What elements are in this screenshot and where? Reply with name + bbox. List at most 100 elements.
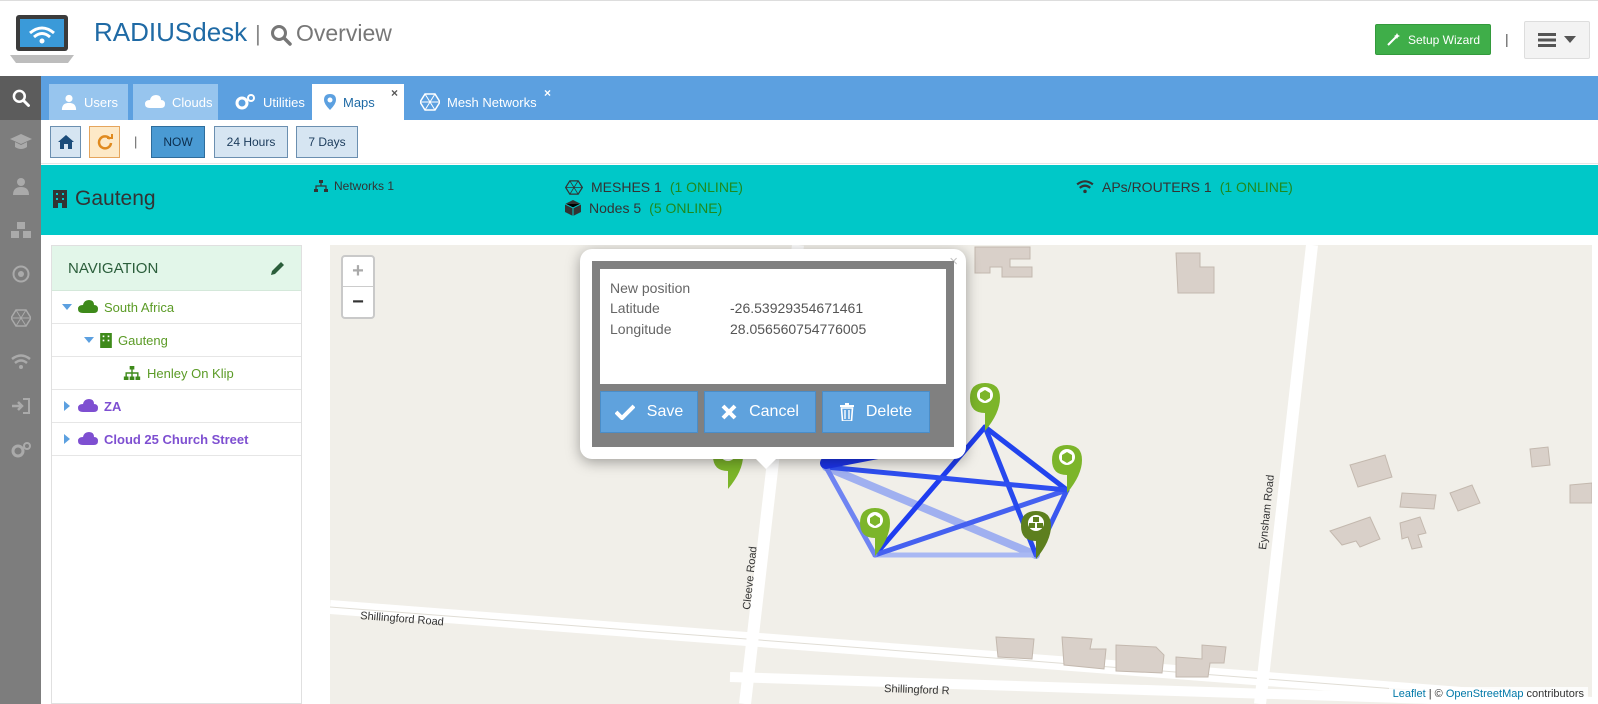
tab-mesh-networks-close-icon[interactable]: × [544,86,551,100]
rail-mesh[interactable] [0,296,41,340]
tree-node-south-africa[interactable]: South Africa [52,291,301,324]
openstreetmap-link[interactable]: OpenStreetMap [1446,688,1524,700]
user-icon [12,178,29,195]
tree-node-za[interactable]: ZA [52,390,301,423]
caret-right-icon[interactable] [62,401,72,411]
home-button[interactable] [50,126,81,158]
7-days-button[interactable]: 7 Days [296,126,358,158]
node-marker[interactable] [1052,445,1082,493]
tab-mesh-networks[interactable]: Mesh Networks × [408,84,556,120]
now-button[interactable]: NOW [151,126,205,158]
home-icon [57,135,74,149]
eynsham-road [1254,245,1318,704]
tab-users[interactable]: Users [49,84,128,120]
zoom-control: + − [341,255,375,319]
tab-utilities-label: Utilities [263,94,305,110]
tree-node-cloud-25-church-street[interactable]: Cloud 25 Church Street [52,423,301,456]
mesh-network-icon [10,309,31,327]
tree-node-label: ZA [104,398,122,414]
zoom-in-button[interactable]: + [343,257,373,287]
caret-right-icon[interactable] [62,434,72,444]
navigation-panel: NAVIGATION South Africa Gauteng Henley O… [51,245,302,704]
longitude-label: Longitude [610,321,672,337]
brand-separator: | [255,21,261,46]
cancel-label: Cancel [749,403,799,420]
tab-bar: Users Clouds Utilities Maps × Mesh Netwo… [41,76,1598,120]
cloud-icon [78,432,98,445]
map-view[interactable]: Shillingford Road Shillingford R Cleeve … [330,245,1592,704]
road-label-shillingford-lower: Shillingford R [884,683,950,697]
tree-node-gauteng[interactable]: Gauteng [52,324,301,357]
map-toolbar: | NOW 24 Hours 7 Days [41,120,1598,164]
setup-wizard-label: Setup Wizard [1407,32,1481,47]
refresh-button[interactable] [89,126,120,158]
zoom-out-button[interactable]: − [343,287,373,317]
rail-radio[interactable] [0,252,41,296]
aps-routers-online: (1 ONLINE) [1219,179,1293,195]
nodes-label: Nodes 5 [589,200,642,216]
rail-devices[interactable] [0,208,41,252]
tree-node-label: South Africa [104,299,175,315]
rail-wifi[interactable] [0,340,41,384]
map-attribution: Leaflet | © OpenStreetMap contributors [1388,687,1588,701]
sitemap-icon [314,180,328,192]
popup-actions: Save Cancel Delete [600,391,946,433]
caret-down-icon [1564,36,1576,43]
tab-maps[interactable]: Maps × [312,84,404,120]
latitude-label: Latitude [610,300,660,316]
node-marker[interactable] [970,383,1000,431]
left-rail [0,76,41,704]
pencil-icon[interactable] [271,261,285,275]
main-menu-button[interactable] [1524,21,1590,59]
setup-wizard-button[interactable]: Setup Wizard [1375,24,1491,55]
realm-summary-banner: Gauteng Networks 1 MESHES 1 (1 ONLINE) N… [41,165,1598,235]
popup-tip [756,459,776,469]
delete-label: Delete [865,403,913,420]
tree-node-henley-on-klip[interactable]: Henley On Klip [52,357,301,390]
cloud-icon [78,399,98,412]
cancel-button[interactable]: Cancel [704,391,816,433]
latitude-value: -26.53929354671461 [730,300,864,316]
tree-node-label: Gauteng [118,332,168,348]
building-icon [100,332,112,348]
cubes-icon [10,222,31,238]
map-marker-icon [324,94,336,110]
laptop-wifi-logo-icon [10,15,74,63]
node-marker[interactable] [860,508,890,556]
brand-name: RADIUSdesk [94,17,248,47]
magic-wand-icon [1387,32,1400,46]
new-position-popup: × New position Latitude -26.539293546714… [580,249,966,459]
save-button[interactable]: Save [600,391,698,433]
24-hours-button[interactable]: 24 Hours [214,126,288,158]
tab-utilities[interactable]: Utilities [222,84,309,120]
rail-settings[interactable] [0,428,41,472]
leaflet-link[interactable]: Leaflet [1393,688,1426,700]
rail-login[interactable] [0,384,41,428]
caret-down-icon[interactable] [84,335,94,345]
nodes-count: Nodes 5 (5 ONLINE) [565,200,722,216]
user-icon [61,94,77,110]
wifi-icon [10,354,31,369]
meshes-label: MESHES 1 [591,179,662,195]
check-icon [614,404,635,420]
rail-users[interactable] [0,164,41,208]
page-title: Overview [296,20,392,46]
caret-down-icon[interactable] [62,302,72,312]
delete-button[interactable]: Delete [822,391,930,433]
networks-count-text: Networks 1 [334,179,395,193]
rail-overview[interactable] [0,76,41,120]
rail-training[interactable] [0,120,41,164]
tab-clouds[interactable]: Clouds [133,84,218,120]
wifi-icon [1076,180,1094,194]
gears-icon [235,94,255,110]
tab-maps-label: Maps [343,94,375,110]
header-divider: | [1505,31,1509,47]
mesh-network-icon [420,93,440,111]
meshes-count: MESHES 1 (1 ONLINE) [565,179,743,195]
tab-mesh-networks-label: Mesh Networks [447,94,537,110]
tab-maps-close-icon[interactable]: × [391,86,398,100]
popup-heading: New position [610,280,691,296]
tab-users-label: Users [84,94,118,110]
hamburger-icon [1538,33,1556,47]
navigation-header: NAVIGATION [52,246,301,291]
